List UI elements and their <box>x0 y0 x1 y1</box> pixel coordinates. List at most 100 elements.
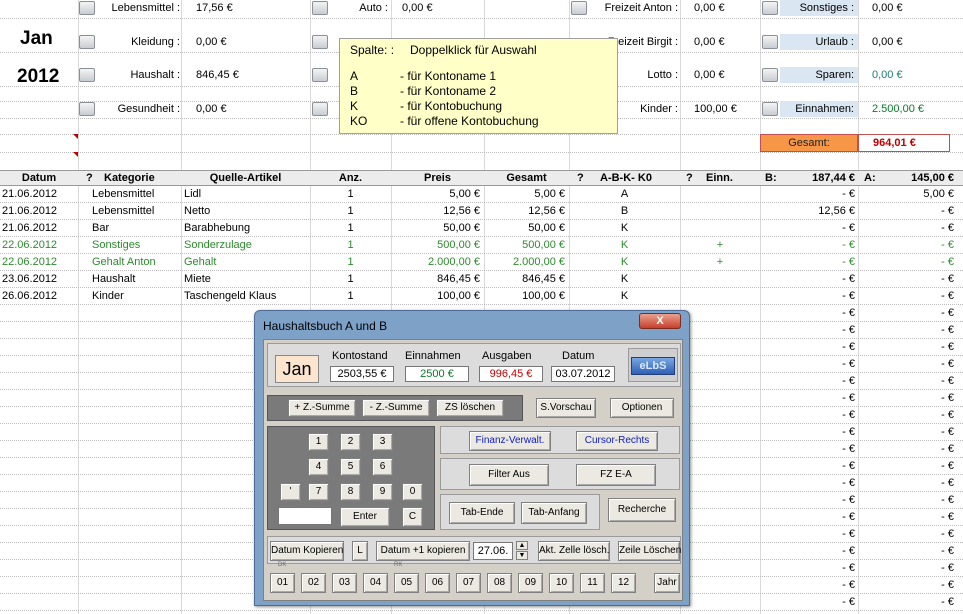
cell-b[interactable]: - € <box>760 373 855 390</box>
month-button-10[interactable]: 10 <box>549 573 574 593</box>
cell-kategorie[interactable]: Kinder <box>92 288 180 305</box>
cell-kategorie[interactable]: Lebensmittel <box>92 186 180 203</box>
table-row[interactable]: 26.06.2012 Kinder Taschengeld Klaus 1 100,00… <box>0 288 963 305</box>
cell-einn[interactable] <box>680 220 760 237</box>
cell-a[interactable]: - € <box>858 305 954 322</box>
numpad-3-button[interactable]: 3 <box>372 433 393 451</box>
numpad-4-button[interactable]: 4 <box>308 458 329 476</box>
spin-up-icon[interactable]: ▲ <box>516 541 528 550</box>
empty-table-row[interactable]: - € - € <box>760 390 963 407</box>
cell-b[interactable]: - € <box>760 509 855 526</box>
table-row[interactable]: 21.06.2012 Bar Barabhebung 1 50,00 €50,00 € K… <box>0 220 963 237</box>
cell-datum[interactable]: 21.06.2012 <box>2 186 78 203</box>
empty-table-row[interactable]: - € - € <box>760 441 963 458</box>
month-button-07[interactable]: 07 <box>456 573 481 593</box>
numpad-5-button[interactable]: 5 <box>340 458 361 476</box>
cell-datum[interactable]: 26.06.2012 <box>2 288 78 305</box>
month-button-12[interactable]: 12 <box>611 573 636 593</box>
cell-b[interactable]: - € <box>760 271 855 288</box>
month-button-04[interactable]: 04 <box>363 573 388 593</box>
tab-ende-button[interactable]: Tab-Ende <box>449 502 515 524</box>
cell-abk[interactable]: K <box>569 220 680 237</box>
datum-field[interactable]: 03.07.2012 <box>551 366 615 382</box>
ausgaben-field[interactable]: 996,45 € <box>479 366 543 382</box>
cell-a[interactable]: - € <box>858 424 954 441</box>
cell-quelle[interactable]: Taschengeld Klaus <box>184 288 308 305</box>
category-button-lebensmittel[interactable] <box>79 1 95 15</box>
header-anz[interactable]: Anz. <box>310 171 391 187</box>
category-button-einnahmen[interactable] <box>762 102 778 116</box>
category-button-auto[interactable] <box>312 1 328 15</box>
numpad-9-button[interactable]: 9 <box>372 483 393 501</box>
table-row[interactable]: 23.06.2012 Haushalt Miete 1 846,45 €846,45 €… <box>0 271 963 288</box>
cell-einn[interactable]: + <box>680 237 760 254</box>
enter-button[interactable]: Enter <box>340 507 390 527</box>
cell-a[interactable]: - € <box>858 339 954 356</box>
empty-table-row[interactable]: - € - € <box>760 356 963 373</box>
zeile-loeschen-button[interactable]: Zeile Löschen <box>618 541 681 561</box>
cell-b[interactable]: - € <box>760 237 855 254</box>
optionen-button[interactable]: Optionen <box>610 398 674 418</box>
month-button-01[interactable]: 01 <box>270 573 295 593</box>
cell-kategorie[interactable]: Bar <box>92 220 180 237</box>
cell-b[interactable]: - € <box>760 322 855 339</box>
cell-a[interactable]: - € <box>858 594 954 611</box>
header-preis[interactable]: Preis <box>391 171 484 187</box>
table-row[interactable]: 22.06.2012 Gehalt Anton Gehalt 1 2.000,00 €2… <box>0 254 963 271</box>
cell-datum[interactable]: 22.06.2012 <box>2 254 78 271</box>
numpad-2-button[interactable]: 2 <box>340 433 361 451</box>
cell-b[interactable]: - € <box>760 594 855 611</box>
cell-kategorie[interactable]: Lebensmittel <box>92 203 180 220</box>
cell-abk[interactable]: K <box>569 237 680 254</box>
category-button-haushalt[interactable] <box>79 68 95 82</box>
empty-table-row[interactable]: - € - € <box>760 407 963 424</box>
empty-table-row[interactable]: - € - € <box>760 373 963 390</box>
numpad-8-button[interactable]: 8 <box>340 483 361 501</box>
datum-plus1-button[interactable]: Datum +1 kopieren <box>376 541 470 561</box>
header-gesamt[interactable]: Gesamt <box>484 171 569 187</box>
category-button-hidden-1[interactable] <box>312 35 328 49</box>
cell-a[interactable]: - € <box>858 254 954 271</box>
category-button-freizeit-anton[interactable] <box>571 1 587 15</box>
cell-gesamt[interactable]: 500,00 € <box>484 237 565 254</box>
cell-b[interactable]: - € <box>760 560 855 577</box>
cell-abk[interactable]: K <box>569 254 680 271</box>
cell-datum[interactable]: 21.06.2012 <box>2 220 78 237</box>
clear-button[interactable]: C <box>402 507 423 527</box>
einnahmen-field[interactable]: 2500 € <box>405 366 469 382</box>
cell-preis[interactable]: 500,00 € <box>391 237 480 254</box>
numpad-apostrophe-button[interactable]: ' <box>280 483 301 501</box>
cell-anz[interactable]: 1 <box>310 288 391 305</box>
cell-a[interactable]: - € <box>858 203 954 220</box>
category-button-sonstiges[interactable] <box>762 1 778 15</box>
cell-preis[interactable]: 12,56 € <box>391 203 480 220</box>
cell-anz[interactable]: 1 <box>310 203 391 220</box>
table-row[interactable]: 21.06.2012 Lebensmittel Lidl 1 5,00 €5,00 € A… <box>0 186 963 203</box>
cell-einn[interactable] <box>680 203 760 220</box>
cell-quelle[interactable]: Miete <box>184 271 308 288</box>
datum-kopieren-button[interactable]: Datum Kopieren <box>270 541 344 561</box>
cell-b[interactable]: - € <box>760 475 855 492</box>
empty-table-row[interactable]: - € - € <box>760 322 963 339</box>
cell-quelle[interactable]: Netto <box>184 203 308 220</box>
header-einn[interactable]: Einn. <box>706 171 756 187</box>
month-button-05[interactable]: 05 <box>394 573 419 593</box>
spin-down-icon[interactable]: ▼ <box>516 551 528 560</box>
empty-table-row[interactable]: - € - € <box>760 475 963 492</box>
empty-table-row[interactable]: - € - € <box>760 526 963 543</box>
cell-a[interactable]: - € <box>858 475 954 492</box>
cell-abk[interactable]: A <box>569 186 680 203</box>
cursor-rechts-button[interactable]: Cursor-Rechts <box>576 431 658 451</box>
cell-datum[interactable]: 22.06.2012 <box>2 237 78 254</box>
category-button-kleidung[interactable] <box>79 35 95 49</box>
header-help[interactable]: ? <box>686 171 696 187</box>
cell-b[interactable]: - € <box>760 356 855 373</box>
empty-table-row[interactable]: - € - € <box>760 305 963 322</box>
cell-a[interactable]: - € <box>858 458 954 475</box>
cell-b[interactable]: - € <box>760 220 855 237</box>
cell-quelle[interactable]: Gehalt <box>184 254 308 271</box>
filter-aus-button[interactable]: Filter Aus <box>469 464 549 486</box>
close-button[interactable]: X <box>639 313 681 329</box>
cell-preis[interactable]: 846,45 € <box>391 271 480 288</box>
empty-table-row[interactable]: - € - € <box>760 509 963 526</box>
